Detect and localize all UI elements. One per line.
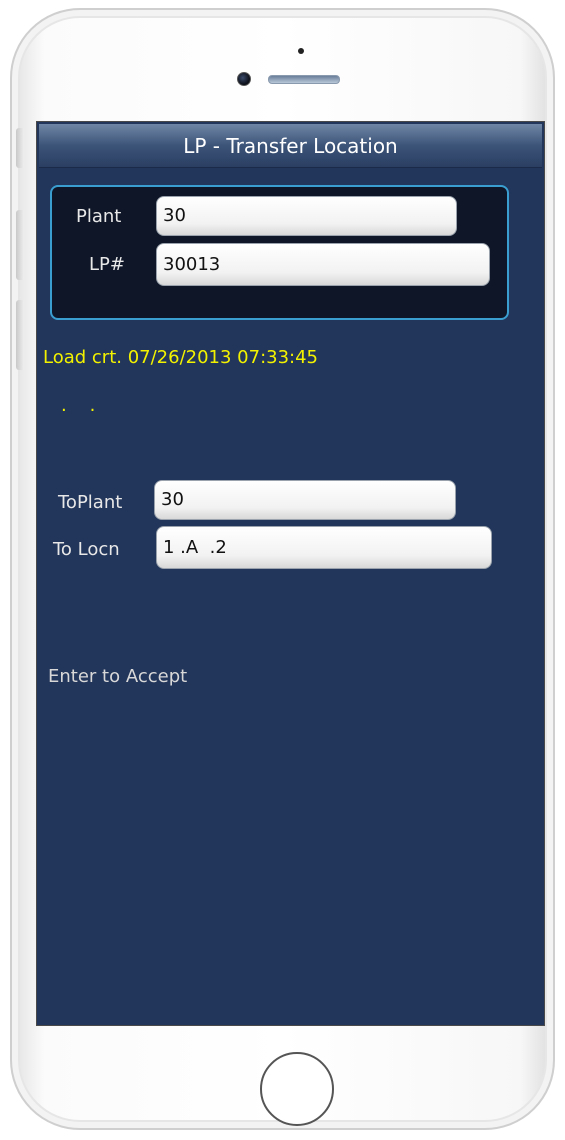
enter-to-accept-hint: Enter to Accept — [48, 666, 188, 687]
earpiece-speaker — [268, 75, 340, 84]
proximity-sensor — [298, 48, 304, 54]
to-plant-input[interactable]: 30 — [154, 480, 456, 520]
lp-number-input[interactable]: 30013 — [156, 243, 490, 286]
to-location-input[interactable]: 1 .A .2 — [156, 526, 492, 569]
volume-down-button — [16, 300, 24, 370]
app-screen: LP - Transfer Location Plant 30 LP# 3001… — [36, 121, 545, 1026]
to-plant-label: ToPlant — [58, 492, 123, 513]
volume-up-button — [16, 210, 24, 280]
load-status-text: Load crt. 07/26/2013 07:33:45 — [43, 347, 319, 368]
page-title: LP - Transfer Location — [39, 124, 542, 168]
mute-switch — [16, 128, 24, 168]
plant-label: Plant — [76, 206, 122, 227]
plant-input[interactable]: 30 — [156, 196, 457, 236]
lp-number-label: LP# — [89, 254, 125, 275]
status-dots: . . — [61, 395, 96, 416]
lp-lookup-panel: Plant 30 LP# 30013 — [50, 185, 509, 320]
front-camera-icon — [237, 72, 251, 86]
to-location-label: To Locn — [53, 539, 120, 560]
home-button[interactable] — [260, 1052, 334, 1126]
